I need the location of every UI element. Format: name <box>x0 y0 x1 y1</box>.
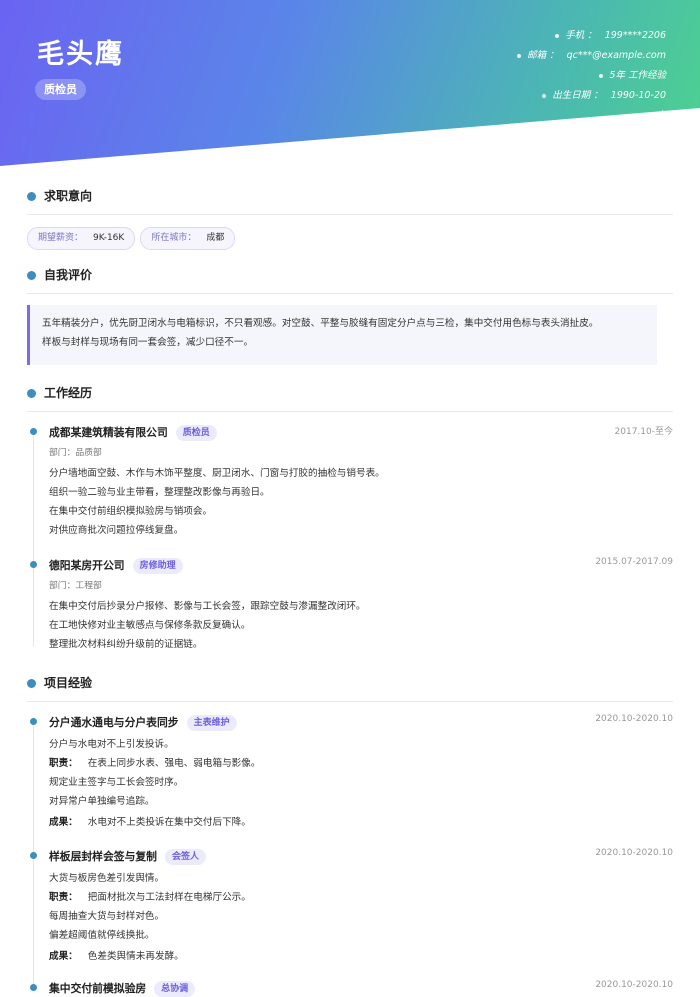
bullet-icon <box>599 73 604 78</box>
bullet-line: 在集中交付前组织模拟验房与销项会。 <box>49 506 213 517</box>
section-projects: 项目经验 <box>27 674 673 702</box>
timeline-node-icon <box>30 561 37 568</box>
project-date: 2020.10-2020.10 <box>595 980 673 990</box>
divider <box>27 411 673 412</box>
section-title: 求职意向 <box>44 189 93 203</box>
work-bullets: 分户墙地面空鼓、木作与木饰平整度、厨卫闭水、门窗与打胶的抽检与销号表。 组织一验… <box>49 464 385 540</box>
section-intent: 求职意向 <box>27 187 673 215</box>
bullet-icon <box>517 53 522 58</box>
bullet-icon <box>542 93 547 98</box>
result-line: 成果： 色差类舆情未再发酵。 <box>49 951 184 962</box>
section-title: 自我评价 <box>44 268 93 282</box>
project-role-tag: 会签人 <box>164 849 206 865</box>
duty-line: 每周抽查大货与封样对色。 <box>49 911 165 922</box>
work-timeline: 成都某建筑精装有限公司 质检员 2017.10-至今 部门：品质部 分户墙地面空鼓… <box>27 424 673 654</box>
contact-gender: 女 <box>517 108 666 128</box>
bullet-line: 在集中交付后抄录分户报修、影像与工长会签，跟踪空鼓与渗漏整改闭环。 <box>49 601 366 612</box>
project-name: 分户通水通电与分户表同步 <box>49 716 179 729</box>
company-name: 德阳某房开公司 <box>49 559 125 572</box>
role-badge: 质检员 <box>35 79 86 100</box>
intent-pills: 期望薪资： 9K-16K 所在城市： 成都 <box>27 225 240 250</box>
duty-line: 职责： 在表上同步水表、强电、弱电箱与影像。 <box>49 758 261 769</box>
department: 部门：品质部 <box>49 448 102 458</box>
duty-line: 规定业主签字与工长会签时序。 <box>49 777 184 788</box>
section-title: 工作经历 <box>44 386 93 400</box>
project-timeline: 分户通水通电与分户表同步 主表维护 2020.10-2020.10 分户与水电对不… <box>27 714 673 997</box>
duty-line: 对异常户单独编号追踪。 <box>49 796 155 807</box>
bullet-line: 在工地快修对业主敏感点与保修条款反复确认。 <box>49 620 251 631</box>
candidate-name: 毛头鹰 <box>37 39 124 70</box>
section-bullet-icon <box>27 192 36 201</box>
company-name: 成都某建筑精装有限公司 <box>49 426 168 439</box>
section-title: 项目经验 <box>44 676 93 690</box>
contact-experience: 5年 工作经验 <box>517 68 666 88</box>
project-role-tag: 主表维护 <box>186 715 237 731</box>
project-name: 样板层封样会签与复制 <box>49 850 157 863</box>
project-name: 集中交付前模拟验房 <box>49 982 147 995</box>
section-bullet-icon <box>27 679 36 688</box>
divider <box>27 214 673 215</box>
work-date: 2015.07-2017.09 <box>595 557 673 567</box>
city-pill: 所在城市： 成都 <box>140 227 236 250</box>
bullet-icon <box>646 113 651 118</box>
position-tag: 房修助理 <box>132 558 183 574</box>
divider <box>27 701 673 702</box>
section-work: 工作经历 <box>27 384 673 412</box>
position-tag: 质检员 <box>175 425 217 441</box>
result-line: 成果： 水电对不上类投诉在集中交付后下降。 <box>49 817 251 828</box>
summary-line: 五年精装分户，优先厨卫闭水与电箱标识，不只看观感。对空鼓、平整与胶缝有固定分户点… <box>42 318 599 329</box>
timeline-node-icon <box>30 852 37 859</box>
work-date: 2017.10-至今 <box>614 427 673 437</box>
project-details: 大货与板房色差引发舆情。 职责： 把面材批次与工法封样在电梯厅公示。 每周抽查大货… <box>49 869 251 966</box>
contact-email: 邮箱 ： qc***@example.com <box>517 48 666 68</box>
bullet-line: 组织一验二验与业主带看，整理整改影像与再验日。 <box>49 487 270 498</box>
bullet-line: 对供应商批次问题拉停线复盘。 <box>49 525 184 536</box>
section-bullet-icon <box>27 271 36 280</box>
duty-line: 职责： 把面材批次与工法封样在电梯厅公示。 <box>49 892 251 903</box>
section-bullet-icon <box>27 389 36 398</box>
divider <box>27 293 673 294</box>
project-role-tag: 总协调 <box>154 981 196 997</box>
bullet-line: 整理批次材料纠纷升级前的证据链。 <box>49 639 203 650</box>
department: 部门：工程部 <box>49 581 102 591</box>
salary-pill: 期望薪资： 9K-16K <box>27 227 136 250</box>
project-date: 2020.10-2020.10 <box>595 714 673 724</box>
bullet-icon <box>555 33 560 38</box>
timeline-line <box>33 432 34 646</box>
project-description: 分户与水电对不上引发投诉。 <box>49 739 174 750</box>
timeline-node-icon <box>30 428 37 435</box>
project-description: 大货与板房色差引发舆情。 <box>49 873 165 884</box>
project-date: 2020.10-2020.10 <box>595 848 673 858</box>
contact-phone: 手机 ： 199****2206 <box>517 28 666 48</box>
section-summary: 自我评价 <box>27 266 673 294</box>
contact-birthdate: 出生日期 ： 1990-10-20 <box>517 88 666 108</box>
duty-line: 偏差超阈值就停线换批。 <box>49 930 155 941</box>
timeline-node-icon <box>30 718 37 725</box>
project-details: 分户与水电对不上引发投诉。 职责： 在表上同步水表、强电、弱电箱与影像。 规定业主… <box>49 735 260 832</box>
summary-line: 样板与封样与现场有同一套会签，减少口径不一。 <box>42 337 254 348</box>
bullet-line: 分户墙地面空鼓、木作与木饰平整度、厨卫闭水、门窗与打胶的抽检与销号表。 <box>49 468 385 479</box>
work-bullets: 在集中交付后抄录分户报修、影像与工长会签，跟踪空鼓与渗漏整改闭环。 在工地快修对… <box>49 597 366 654</box>
contact-info: 手机 ： 199****2206 邮箱 ： qc***@example.com 5年… <box>517 28 666 128</box>
summary-box: 五年精装分户，优先厨卫闭水与电箱标识，不只看观感。对空鼓、平整与胶缝有固定分户点… <box>27 305 657 365</box>
